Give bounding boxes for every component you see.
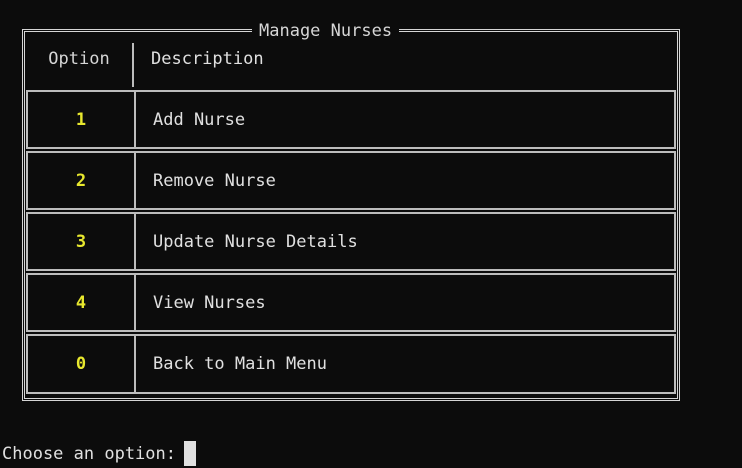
description-column-header: Description — [151, 49, 264, 69]
option-number: 1 — [75, 109, 87, 130]
prompt-label: Choose an option: — [2, 443, 176, 464]
menu-row-remove-nurse[interactable]: 2 Remove Nurse — [26, 151, 676, 210]
option-description: Remove Nurse — [153, 170, 276, 191]
menu-row-update-nurse-details[interactable]: 3 Update Nurse Details — [26, 212, 676, 271]
option-description: Back to Main Menu — [153, 354, 327, 374]
option-number: 3 — [75, 231, 87, 252]
option-number: 2 — [75, 170, 87, 191]
option-description: Add Nurse — [153, 109, 246, 130]
menu-row-add-nurse[interactable]: 1 Add Nurse — [26, 90, 676, 149]
option-description: Update Nurse Details — [153, 231, 358, 252]
input-prompt[interactable]: Choose an option: — [2, 441, 196, 466]
option-description: View Nurses — [153, 292, 266, 313]
menu-row-back-to-main-menu[interactable]: 0 Back to Main Menu — [26, 334, 676, 394]
table-header-row: Option Description — [26, 31, 676, 87]
option-number: 0 — [75, 354, 87, 374]
option-number: 4 — [75, 292, 87, 313]
option-column-header: Option — [48, 49, 110, 69]
text-cursor[interactable] — [184, 441, 196, 466]
menu-row-view-nurses[interactable]: 4 View Nurses — [26, 273, 676, 332]
